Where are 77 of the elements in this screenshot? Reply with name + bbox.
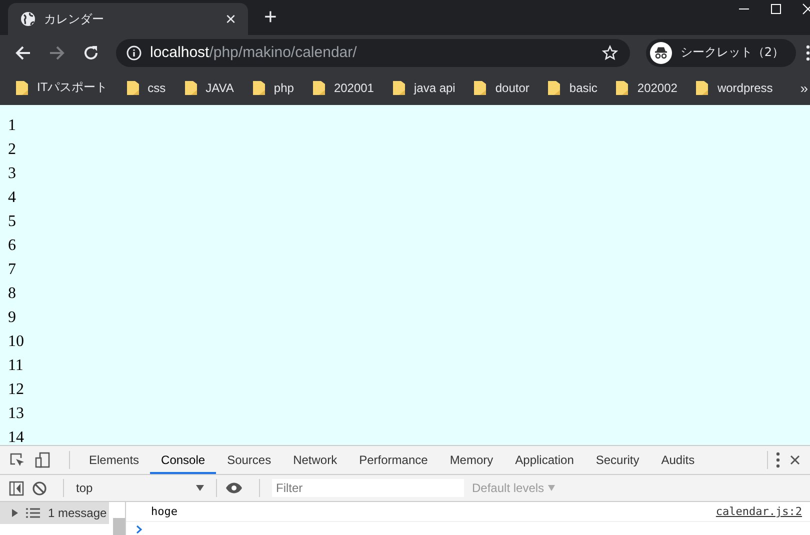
number-line: 10 <box>8 332 24 352</box>
number-line: 12 <box>8 380 24 400</box>
globe-icon <box>20 11 36 27</box>
folder-icon <box>252 80 265 95</box>
bookmark-folder[interactable]: php <box>252 80 294 95</box>
folder-icon <box>184 80 197 95</box>
filter-field[interactable]: Filter <box>272 479 464 497</box>
devtools-tab[interactable]: Elements <box>78 446 150 474</box>
number-line: 1 <box>8 116 16 136</box>
bookmark-folder[interactable]: wordpress <box>696 80 773 95</box>
inspect-icon[interactable] <box>9 452 25 468</box>
devtools-tab[interactable]: Security <box>584 446 650 474</box>
devtools-tab[interactable]: Network <box>282 446 348 474</box>
devtools-tab[interactable]: Sources <box>216 446 282 474</box>
folder-icon <box>16 80 28 95</box>
bookmark-folder[interactable]: basic <box>548 80 598 95</box>
back-icon[interactable] <box>14 44 32 62</box>
incognito-button[interactable]: シークレット（2） <box>646 38 796 66</box>
more-options-icon[interactable] <box>776 452 780 468</box>
number-line: 4 <box>8 188 16 208</box>
browser-tab[interactable]: カレンダー × <box>8 3 248 35</box>
folder-icon <box>312 80 325 95</box>
number-line: 13 <box>8 404 24 424</box>
tab-title: カレンダー <box>44 10 105 28</box>
devtools-tab[interactable]: Audits <box>650 446 706 474</box>
folder-icon <box>548 80 560 95</box>
prompt-chevron-icon[interactable] <box>136 525 143 534</box>
bookmark-folder[interactable]: JAVA <box>184 80 234 95</box>
context-dropdown[interactable]: top <box>72 481 208 495</box>
dropdown-caret-icon <box>548 485 556 491</box>
bookmark-folder[interactable]: 202002 <box>616 80 678 95</box>
devtools-tab[interactable]: Application <box>504 446 585 474</box>
url-text: localhost/php/makino/calendar/ <box>150 44 358 61</box>
bookmark-folder[interactable]: css <box>126 80 166 95</box>
close-icon[interactable] <box>790 455 800 465</box>
devtools-tab[interactable]: Performance <box>348 446 439 474</box>
close-tab-button[interactable]: × <box>225 8 236 30</box>
source-link[interactable]: calendar.js:2 <box>716 505 802 518</box>
dropdown-caret-icon <box>196 485 204 491</box>
folder-icon <box>696 80 708 95</box>
scrollbar[interactable] <box>113 518 125 535</box>
reload-icon[interactable] <box>82 44 100 62</box>
console-message: hoge <box>151 505 178 518</box>
more-bookmarks-button[interactable]: » <box>800 80 808 96</box>
number-line: 8 <box>8 284 16 304</box>
folder-icon <box>392 80 405 95</box>
number-line: 3 <box>8 164 16 184</box>
list-icon <box>26 508 40 518</box>
number-line: 9 <box>8 308 16 328</box>
device-icon[interactable] <box>35 452 51 468</box>
incognito-icon <box>650 42 672 64</box>
messages-filter-item[interactable]: 1 message <box>0 502 109 524</box>
star-icon[interactable] <box>602 44 618 60</box>
bookmark-folder[interactable]: ITパスポート <box>16 79 108 96</box>
new-tab-button[interactable]: + <box>264 4 277 30</box>
forward-icon[interactable] <box>48 44 66 62</box>
number-line: 11 <box>8 356 24 376</box>
address-bar[interactable]: localhost/php/makino/calendar/ <box>116 38 630 66</box>
devtools-tab[interactable]: Memory <box>438 446 504 474</box>
bookmark-folder[interactable]: 202001 <box>312 80 374 95</box>
folder-icon <box>616 80 628 95</box>
number-line: 7 <box>8 260 16 280</box>
number-line: 6 <box>8 236 16 256</box>
message-count: 1 message <box>48 506 107 520</box>
maximize-icon[interactable] <box>770 3 782 15</box>
bookmark-folder[interactable]: java api <box>392 80 456 95</box>
menu-icon[interactable] <box>806 44 810 60</box>
folder-icon <box>474 80 486 95</box>
bookmark-folder[interactable]: doutor <box>474 80 530 95</box>
info-icon <box>126 44 142 60</box>
folder-icon <box>126 80 139 95</box>
clear-icon[interactable] <box>32 480 47 496</box>
number-line: 5 <box>8 212 16 232</box>
eye-icon[interactable] <box>225 482 243 494</box>
sidebar-toggle-icon[interactable] <box>9 480 24 496</box>
number-line: 14 <box>8 428 24 445</box>
number-line: 2 <box>8 140 16 160</box>
